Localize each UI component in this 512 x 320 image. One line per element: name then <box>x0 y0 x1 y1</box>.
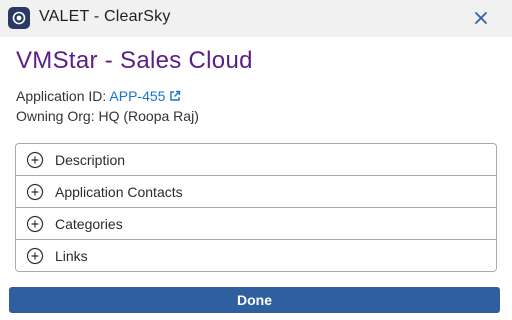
circle-logo-icon <box>8 7 30 29</box>
owning-org-label: Owning Org: <box>16 108 95 124</box>
app-title: VALET - ClearSky <box>39 8 171 25</box>
owning-org-row: Owning Org: HQ (Roopa Raj) <box>16 108 199 124</box>
plus-circle-icon <box>26 247 44 265</box>
accordion-label: Categories <box>55 215 123 232</box>
application-id-link[interactable]: APP-455 <box>109 88 181 104</box>
details-accordion: Description Application Contacts Categor… <box>15 143 497 272</box>
owning-org-value: HQ (Roopa Raj) <box>98 108 199 124</box>
plus-circle-icon <box>26 215 44 233</box>
close-button[interactable] <box>470 7 492 29</box>
accordion-label: Application Contacts <box>55 183 183 200</box>
panel-header: VALET - ClearSky <box>0 0 512 37</box>
accordion-label: Description <box>55 151 126 168</box>
accordion-item-links[interactable]: Links <box>16 240 496 271</box>
accordion-item-categories[interactable]: Categories <box>16 208 496 240</box>
external-link-icon <box>170 90 181 101</box>
application-id-value: APP-455 <box>109 88 166 104</box>
accordion-item-application-contacts[interactable]: Application Contacts <box>16 176 496 208</box>
application-id-label: Application ID: <box>16 88 107 104</box>
accordion-item-description[interactable]: Description <box>16 144 496 176</box>
page-title: VMStar - Sales Cloud <box>16 47 253 74</box>
plus-circle-icon <box>26 151 44 169</box>
close-icon <box>475 12 487 24</box>
plus-circle-icon <box>26 183 44 201</box>
application-id-row: Application ID: APP-455 <box>16 88 181 104</box>
done-button[interactable]: Done <box>9 287 500 313</box>
accordion-label: Links <box>55 248 88 264</box>
